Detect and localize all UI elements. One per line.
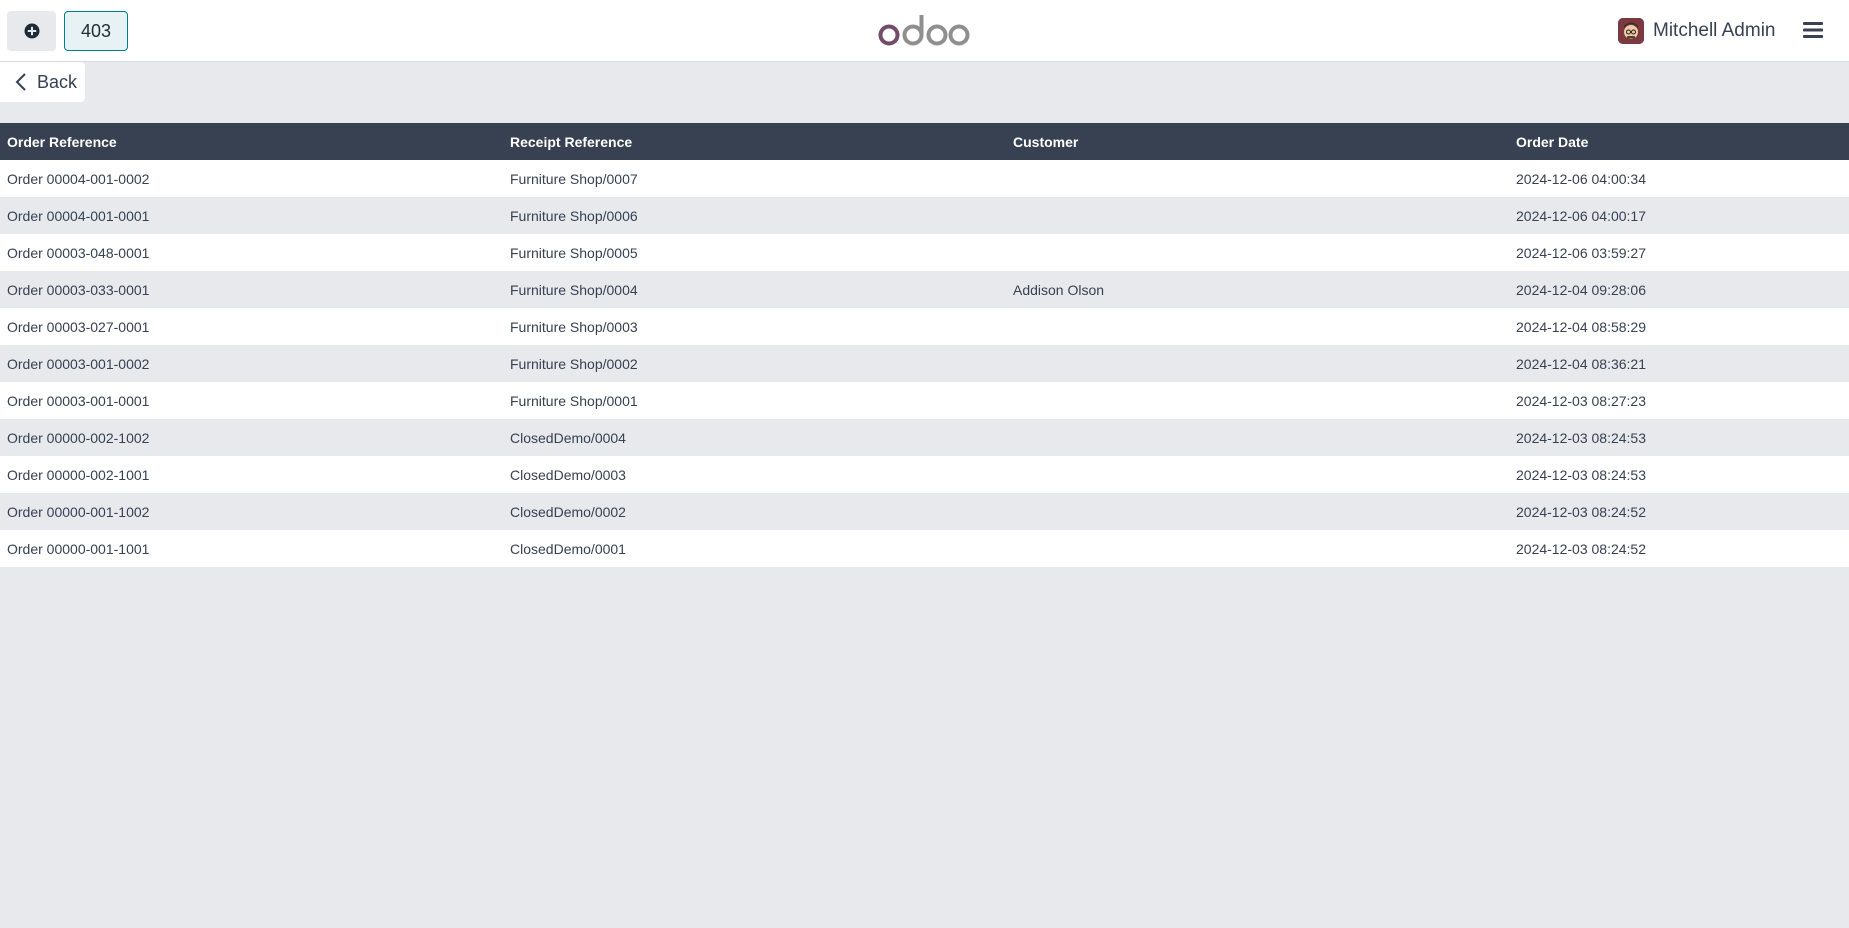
customer-cell (1006, 382, 1509, 419)
table-row[interactable]: Order 00004-001-0002 Furniture Shop/0007 2… (0, 160, 1849, 197)
table-row[interactable]: Order 00000-002-1002 ClosedDemo/0004 2024-… (0, 419, 1849, 456)
order-reference-cell: Order 00000-001-1001 (0, 530, 503, 567)
order-reference-cell: Order 00003-001-0002 (0, 345, 503, 382)
order-date-cell: 2024-12-03 08:24:53 (1509, 456, 1849, 493)
table-row[interactable]: Order 00003-033-0001 Furniture Shop/0004 A… (0, 271, 1849, 308)
header-order-date[interactable]: Order Date (1509, 123, 1849, 160)
top-navbar: 403 Mitchell Admin (0, 0, 1849, 62)
user-menu[interactable]: Mitchell Admin (1618, 17, 1776, 45)
table-row[interactable]: Order 00003-048-0001 Furniture Shop/0005 2… (0, 234, 1849, 271)
order-date-cell: 2024-12-03 08:24:52 (1509, 493, 1849, 530)
avatar (1618, 18, 1644, 44)
table-header-row: Order Reference Receipt Reference Custom… (0, 123, 1849, 160)
chevron-left-icon (15, 73, 26, 91)
order-date-cell: 2024-12-04 08:36:21 (1509, 345, 1849, 382)
customer-cell (1006, 493, 1509, 530)
order-reference-cell: Order 00004-001-0002 (0, 160, 503, 197)
order-reference-cell: Order 00000-002-1001 (0, 456, 503, 493)
receipt-reference-cell: Furniture Shop/0007 (503, 160, 1006, 197)
table-row[interactable]: Order 00000-001-1002 ClosedDemo/0002 2024-… (0, 493, 1849, 530)
customer-cell (1006, 345, 1509, 382)
receipt-reference-cell: Furniture Shop/0003 (503, 308, 1006, 345)
table-row[interactable]: Order 00003-027-0001 Furniture Shop/0003 2… (0, 308, 1849, 345)
order-reference-cell: Order 00000-001-1002 (0, 493, 503, 530)
user-name: Mitchell Admin (1653, 20, 1776, 41)
back-label: Back (37, 71, 78, 92)
order-reference-cell: Order 00000-002-1002 (0, 419, 503, 456)
order-date-cell: 2024-12-06 04:00:17 (1509, 197, 1849, 234)
order-reference-cell: Order 00003-048-0001 (0, 234, 503, 271)
customer-cell (1006, 456, 1509, 493)
order-reference-cell: Order 00003-001-0001 (0, 382, 503, 419)
receipt-reference-cell: ClosedDemo/0003 (503, 456, 1006, 493)
receipt-reference-cell: Furniture Shop/0002 (503, 345, 1006, 382)
header-customer[interactable]: Customer (1006, 123, 1509, 160)
new-order-button[interactable] (7, 11, 56, 51)
table-row[interactable]: Order 00003-001-0001 Furniture Shop/0001 2… (0, 382, 1849, 419)
order-number: 403 (80, 20, 112, 41)
customer-cell (1006, 197, 1509, 234)
customer-cell: Addison Olson (1006, 271, 1509, 308)
hamburger-menu-icon (1803, 22, 1823, 38)
receipt-reference-cell: Furniture Shop/0006 (503, 197, 1006, 234)
receipt-reference-cell: ClosedDemo/0004 (503, 419, 1006, 456)
order-reference-cell: Order 00003-033-0001 (0, 271, 503, 308)
current-order-button[interactable]: 403 (64, 11, 128, 51)
receipt-reference-cell: ClosedDemo/0002 (503, 493, 1006, 530)
receipt-reference-cell: Furniture Shop/0005 (503, 234, 1006, 271)
hamburger-menu-button[interactable] (1800, 17, 1826, 43)
customer-cell (1006, 160, 1509, 197)
table-row[interactable]: Order 00003-001-0002 Furniture Shop/0002 2… (0, 345, 1849, 382)
order-date-cell: 2024-12-06 03:59:27 (1509, 234, 1849, 271)
odoo-logo (878, 15, 970, 46)
orders-table: Order Reference Receipt Reference Custom… (0, 123, 1849, 567)
back-button[interactable]: Back (0, 62, 85, 102)
customer-cell (1006, 419, 1509, 456)
order-reference-cell: Order 00004-001-0001 (0, 197, 503, 234)
table-row[interactable]: Order 00000-002-1001 ClosedDemo/0003 2024-… (0, 456, 1849, 493)
order-date-cell: 2024-12-03 08:24:53 (1509, 419, 1849, 456)
receipt-reference-cell: Furniture Shop/0001 (503, 382, 1006, 419)
customer-cell (1006, 308, 1509, 345)
order-date-cell: 2024-12-06 04:00:34 (1509, 160, 1849, 197)
order-date-cell: 2024-12-03 08:24:52 (1509, 530, 1849, 567)
order-date-cell: 2024-12-04 09:28:06 (1509, 271, 1849, 308)
table-row[interactable]: Order 00004-001-0001 Furniture Shop/0006 2… (0, 197, 1849, 234)
customer-cell (1006, 530, 1509, 567)
order-date-cell: 2024-12-03 08:27:23 (1509, 382, 1849, 419)
receipt-reference-cell: Furniture Shop/0004 (503, 271, 1006, 308)
order-date-cell: 2024-12-04 08:58:29 (1509, 308, 1849, 345)
plus-circle-icon (24, 23, 39, 39)
receipt-reference-cell: ClosedDemo/0001 (503, 530, 1006, 567)
table-row[interactable]: Order 00000-001-1001 ClosedDemo/0001 2024-… (0, 530, 1849, 567)
header-order-reference[interactable]: Order Reference (0, 123, 503, 160)
customer-cell (1006, 234, 1509, 271)
header-receipt-reference[interactable]: Receipt Reference (503, 123, 1006, 160)
order-reference-cell: Order 00003-027-0001 (0, 308, 503, 345)
